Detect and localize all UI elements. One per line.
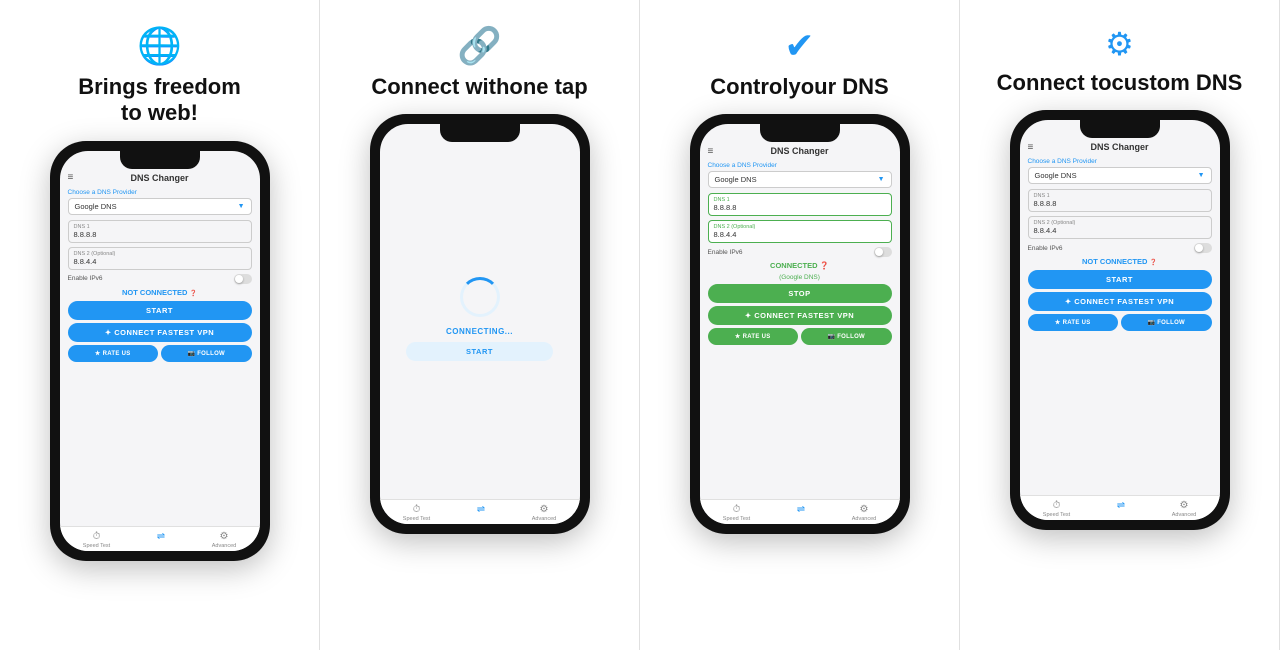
stop-button[interactable]: STOP xyxy=(708,284,892,303)
rate-follow-row-3: ★ RATE US 📷 FOLLOW xyxy=(708,328,892,345)
dns2-field-3: DNS 2 (Optional) 8.8.4.4 xyxy=(708,220,892,243)
link-icon: 🔗 xyxy=(457,28,502,64)
dns2-field-1: DNS 2 (Optional) 8.8.4.4 xyxy=(68,247,252,270)
panel-title-4: Connect tocustom DNS xyxy=(997,70,1243,96)
ipv6-row-4: Enable IPv6 xyxy=(1028,243,1212,253)
ipv6-toggle-4[interactable] xyxy=(1194,243,1212,253)
phone-mockup-3: ≡ DNS Changer Choose a DNS Provider Goog… xyxy=(690,114,910,534)
advanced-tab-1[interactable]: ⚙ Advanced xyxy=(212,531,236,549)
ipv6-toggle-1[interactable] xyxy=(234,274,252,284)
rate-us-button-1[interactable]: ★ RATE US xyxy=(68,345,159,362)
panel-title-3: Controlyour DNS xyxy=(710,74,888,100)
dns1-field-4: DNS 1 8.8.8.8 xyxy=(1028,189,1212,212)
status-sub-3: (Google DNS) xyxy=(708,274,892,281)
checkmark-icon: ✔ xyxy=(784,28,814,64)
ipv6-toggle-3[interactable] xyxy=(874,247,892,257)
notch-4 xyxy=(1080,120,1160,138)
connect-fastest-1[interactable]: ✦ CONNECT FASTEST VPN xyxy=(68,323,252,342)
rate-follow-row-4: ★ RATE US 📷 FOLLOW xyxy=(1028,314,1212,331)
phone-mockup-1: ≡ DNS Changer Choose a DNS Provider Goog… xyxy=(50,141,270,561)
home-tab-2[interactable]: ⇌ xyxy=(477,504,485,522)
panel-connect: 🔗 Connect withone tap CONNECTING... STAR… xyxy=(320,0,640,650)
settings-icon: ⚙ xyxy=(1105,28,1134,60)
advanced-tab-3[interactable]: ⚙ Advanced xyxy=(852,504,876,522)
panel-control-dns: ✔ Controlyour DNS ≡ DNS Changer Choose a… xyxy=(640,0,960,650)
screen-title-1: DNS Changer xyxy=(130,173,188,183)
advanced-tab-4[interactable]: ⚙ Advanced xyxy=(1172,500,1196,518)
bottom-bar-2: ⏱ Speed Test ⇌ ⚙ Advanced xyxy=(380,499,580,524)
bottom-bar-1: ⏱ Speed Test ⇌ ⚙ Advanced xyxy=(60,526,260,551)
phone-mockup-2: CONNECTING... START ⏱ Speed Test ⇌ ⚙ Adv… xyxy=(370,114,590,534)
ipv6-row-1: Enable IPv6 xyxy=(68,274,252,284)
dns-provider-label-1: Choose a DNS Provider xyxy=(68,189,252,196)
home-tab-4[interactable]: ⇌ xyxy=(1117,500,1125,518)
dns-select-3[interactable]: Google DNS ▼ xyxy=(708,171,892,188)
dropdown-arrow-3: ▼ xyxy=(878,176,885,183)
panel-title-2: Connect withone tap xyxy=(371,74,587,100)
panel-custom-dns: ⚙ Connect tocustom DNS ≡ DNS Changer Cho… xyxy=(960,0,1280,650)
start-button-4[interactable]: START xyxy=(1028,270,1212,289)
notch-3 xyxy=(760,124,840,142)
notch-2 xyxy=(440,124,520,142)
ipv6-row-3: Enable IPv6 xyxy=(708,247,892,257)
follow-button-1[interactable]: 📷 FOLLOW xyxy=(161,345,252,362)
hamburger-icon-3: ≡ xyxy=(708,146,714,157)
bottom-bar-4: ⏱ Speed Test ⇌ ⚙ Advanced xyxy=(1020,495,1220,520)
speed-test-tab-4[interactable]: ⏱ Speed Test xyxy=(1043,500,1070,518)
rate-us-button-4[interactable]: ★ RATE US xyxy=(1028,314,1119,331)
rate-us-button-3[interactable]: ★ RATE US xyxy=(708,328,799,345)
bottom-bar-3: ⏱ Speed Test ⇌ ⚙ Advanced xyxy=(700,499,900,524)
dropdown-arrow-4: ▼ xyxy=(1198,172,1205,179)
home-tab-1[interactable]: ⇌ xyxy=(157,531,165,549)
advanced-tab-2[interactable]: ⚙ Advanced xyxy=(532,504,556,522)
connecting-text: CONNECTING... xyxy=(446,327,513,336)
dns1-field-1: DNS 1 8.8.8.8 xyxy=(68,220,252,243)
follow-button-4[interactable]: 📷 FOLLOW xyxy=(1121,314,1212,331)
start-button-1[interactable]: START xyxy=(68,301,252,320)
home-tab-3[interactable]: ⇌ xyxy=(797,504,805,522)
phone-mockup-4: ≡ DNS Changer Choose a DNS Provider Goog… xyxy=(1010,110,1230,530)
panel-title-1: Brings freedomto web! xyxy=(78,74,241,127)
globe-icon: 🌐 xyxy=(137,28,182,64)
dns2-field-4: DNS 2 (Optional) 8.8.4.4 xyxy=(1028,216,1212,239)
screen-title-3: DNS Changer xyxy=(770,146,828,156)
speed-test-tab-1[interactable]: ⏱ Speed Test xyxy=(83,531,110,549)
dns1-field-3: DNS 1 8.8.8.8 xyxy=(708,193,892,216)
connect-fastest-3[interactable]: ✦ CONNECT FASTEST VPN xyxy=(708,306,892,325)
screen-3: ≡ DNS Changer Choose a DNS Provider Goog… xyxy=(700,124,900,499)
start-button-2[interactable]: START xyxy=(406,342,553,361)
connect-fastest-4[interactable]: ✦ CONNECT FASTEST VPN xyxy=(1028,292,1212,311)
hamburger-icon-1: ≡ xyxy=(68,172,74,183)
speed-test-tab-3[interactable]: ⏱ Speed Test xyxy=(723,504,750,522)
dropdown-arrow-1: ▼ xyxy=(238,203,245,210)
hamburger-icon-4: ≡ xyxy=(1028,142,1034,153)
status-3: CONNECTED ❓ xyxy=(708,261,892,270)
rate-follow-row-1: ★ RATE US 📷 FOLLOW xyxy=(68,345,252,362)
dns-select-4[interactable]: Google DNS ▼ xyxy=(1028,167,1212,184)
notch-1 xyxy=(120,151,200,169)
dns-provider-label-3: Choose a DNS Provider xyxy=(708,162,892,169)
loading-spinner xyxy=(460,277,500,317)
panel-freedom: 🌐 Brings freedomto web! ≡ DNS Changer Ch… xyxy=(0,0,320,650)
status-1: NOT CONNECTED ❓ xyxy=(68,288,252,297)
dns-provider-label-4: Choose a DNS Provider xyxy=(1028,158,1212,165)
status-4: NOT CONNECTED ❓ xyxy=(1028,257,1212,266)
speed-test-tab-2[interactable]: ⏱ Speed Test xyxy=(403,504,430,522)
screen-title-4: DNS Changer xyxy=(1090,142,1148,152)
connecting-screen: CONNECTING... START xyxy=(380,124,580,499)
dns-select-1[interactable]: Google DNS ▼ xyxy=(68,198,252,215)
screen-1: ≡ DNS Changer Choose a DNS Provider Goog… xyxy=(60,151,260,526)
follow-button-3[interactable]: 📷 FOLLOW xyxy=(801,328,892,345)
screen-4: ≡ DNS Changer Choose a DNS Provider Goog… xyxy=(1020,120,1220,495)
